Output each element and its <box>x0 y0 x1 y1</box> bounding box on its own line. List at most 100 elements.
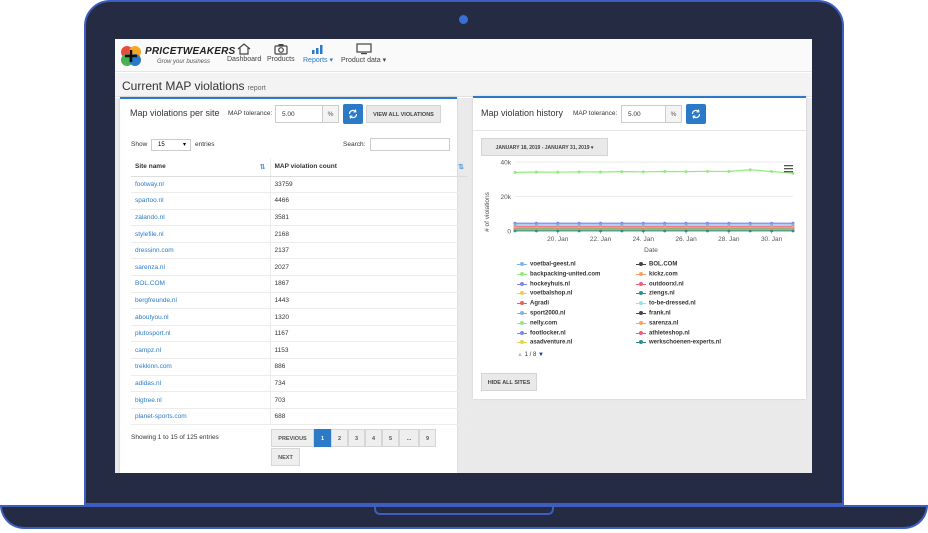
right-tolerance-input[interactable]: 5.00 <box>621 105 666 123</box>
data-point[interactable] <box>684 170 688 174</box>
site-link[interactable]: bigtree.nl <box>131 391 271 409</box>
site-link[interactable]: spartoo.nl <box>131 192 271 210</box>
data-point[interactable] <box>577 229 581 233</box>
nav-products[interactable]: Products <box>267 43 295 63</box>
data-point[interactable] <box>748 229 752 233</box>
data-point[interactable] <box>534 229 538 233</box>
data-point[interactable] <box>727 169 731 173</box>
site-link[interactable]: adidas.nl <box>131 375 271 393</box>
pager-next-button[interactable]: NEXT <box>271 448 300 466</box>
site-link[interactable]: zalando.nl <box>131 209 271 227</box>
data-point[interactable] <box>599 229 603 233</box>
nav-product-data[interactable]: Product data ▾ <box>341 43 386 64</box>
data-point[interactable] <box>791 229 795 233</box>
data-point[interactable] <box>663 169 667 173</box>
pager-page-5[interactable]: 5 <box>382 429 399 447</box>
data-point[interactable] <box>599 170 603 174</box>
legend-item[interactable]: ziengs.nl <box>636 290 675 297</box>
data-point[interactable] <box>534 170 538 174</box>
site-link[interactable]: trekkinn.com <box>131 358 271 376</box>
pager-previous-button[interactable]: PREVIOUS <box>271 429 314 447</box>
legend-marker-icon <box>636 320 646 326</box>
nav-reports[interactable]: Reports ▾ <box>303 43 333 64</box>
data-point[interactable] <box>684 229 688 233</box>
site-link[interactable]: footway.nl <box>131 176 271 194</box>
legend-item[interactable]: Agradi <box>517 300 549 307</box>
violations-table: Site name ⇅ MAP violation count ⇅ footway.… <box>131 158 468 426</box>
legend-next-icon[interactable]: ▼ <box>538 352 544 358</box>
date-range-button[interactable]: JANUARY 18, 2019 - JANUARY 31, 2019 ▾ <box>481 138 608 156</box>
table-row: sarenza.nl 2027 <box>131 258 468 277</box>
brand-name[interactable]: PRICETWEAKERS <box>145 46 235 57</box>
nav-dashboard[interactable]: Dashboard <box>227 43 261 63</box>
pager-page-4[interactable]: 4 <box>365 429 382 447</box>
site-link[interactable]: planet-sports.com <box>131 408 271 426</box>
data-point[interactable] <box>620 170 624 174</box>
site-link[interactable]: BOL.COM <box>131 275 271 293</box>
violations-per-site-title: Map violations per site <box>130 108 220 118</box>
entries-select[interactable]: 15 ▾ <box>151 139 191 151</box>
hide-all-sites-button[interactable]: HIDE ALL SITES <box>481 373 537 391</box>
legend-item[interactable]: hockeyhuis.nl <box>517 281 571 288</box>
pager-page-2[interactable]: 2 <box>331 429 348 447</box>
legend-label: Agradi <box>530 300 550 307</box>
legend-item[interactable]: to-be-dressed.nl <box>636 300 696 307</box>
legend-label: hockeyhuis.nl <box>530 281 571 288</box>
pager-page-1[interactable]: 1 <box>314 429 331 447</box>
legend-item[interactable]: kickz.com <box>636 271 678 277</box>
data-point[interactable] <box>705 169 709 173</box>
data-point[interactable] <box>556 170 560 174</box>
legend-item[interactable]: werkschoenen-experts.nl <box>636 339 721 346</box>
x-tick-label: 28. Jan <box>718 236 740 243</box>
data-point[interactable] <box>641 229 645 233</box>
data-point[interactable] <box>663 229 667 233</box>
data-point[interactable] <box>770 169 774 173</box>
pager-page-3[interactable]: 3 <box>348 429 365 447</box>
legend-item[interactable]: frank.nl <box>636 310 671 317</box>
data-point[interactable] <box>556 229 560 233</box>
legend-item[interactable]: sport2000.nl <box>517 310 565 317</box>
legend-item[interactable]: sarenza.nl <box>636 320 678 326</box>
data-point[interactable] <box>748 168 752 172</box>
site-link[interactable]: sarenza.nl <box>131 258 271 277</box>
legend-item[interactable]: athleteshop.nl <box>636 330 690 336</box>
column-header-violation-count[interactable]: MAP violation count ⇅ <box>270 158 468 177</box>
data-point[interactable] <box>513 170 517 174</box>
chart-menu-icon[interactable] <box>784 165 793 173</box>
right-refresh-button[interactable] <box>686 104 706 124</box>
data-point[interactable] <box>577 170 581 174</box>
legend-item[interactable]: outdoorxl.nl <box>636 281 684 287</box>
legend-item[interactable]: asadventure.nl <box>517 339 572 346</box>
site-link[interactable]: campz.nl <box>131 341 271 360</box>
column-header-site-name[interactable]: Site name ⇅ <box>131 158 271 177</box>
site-link[interactable]: plutosport.nl <box>131 325 271 343</box>
legend-prev-icon[interactable]: ▲ <box>517 352 523 358</box>
data-point[interactable] <box>641 170 645 174</box>
violation-count: 688 <box>270 408 468 426</box>
site-link[interactable]: aboutyou.nl <box>131 308 271 326</box>
site-link[interactable]: bergfreunde.nl <box>131 292 271 310</box>
legend-item[interactable]: BOL.COM <box>636 261 677 268</box>
violation-count: 1167 <box>270 325 468 343</box>
data-point[interactable] <box>620 229 624 233</box>
site-link[interactable]: stylefile.nl <box>131 225 271 243</box>
left-tolerance-input[interactable]: 5.00 <box>275 105 323 123</box>
data-point[interactable] <box>727 229 731 233</box>
legend-item[interactable]: footlocker.nl <box>517 330 566 336</box>
data-point[interactable] <box>513 229 517 233</box>
violation-count: 3581 <box>270 209 468 227</box>
site-link[interactable]: dressinn.com <box>131 242 271 260</box>
view-all-violations-button[interactable]: VIEW ALL VIOLATIONS <box>366 105 441 123</box>
legend-item[interactable]: voetbalshop.nl <box>517 290 572 297</box>
pager-page-9[interactable]: 9 <box>419 429 436 447</box>
data-point[interactable] <box>705 229 709 233</box>
legend-item[interactable]: backpacking-united.com <box>517 271 600 277</box>
legend-item[interactable]: voetbal-geest.nl <box>517 261 576 268</box>
search-input[interactable] <box>370 138 450 151</box>
pricetweakers-logo-icon[interactable] <box>119 44 143 68</box>
column-header-site-name-label: Site name <box>135 163 166 171</box>
legend-item[interactable]: nelly.com <box>517 320 557 326</box>
left-refresh-button[interactable] <box>343 104 363 124</box>
data-point[interactable] <box>770 229 774 233</box>
legend-marker-icon <box>517 281 527 287</box>
